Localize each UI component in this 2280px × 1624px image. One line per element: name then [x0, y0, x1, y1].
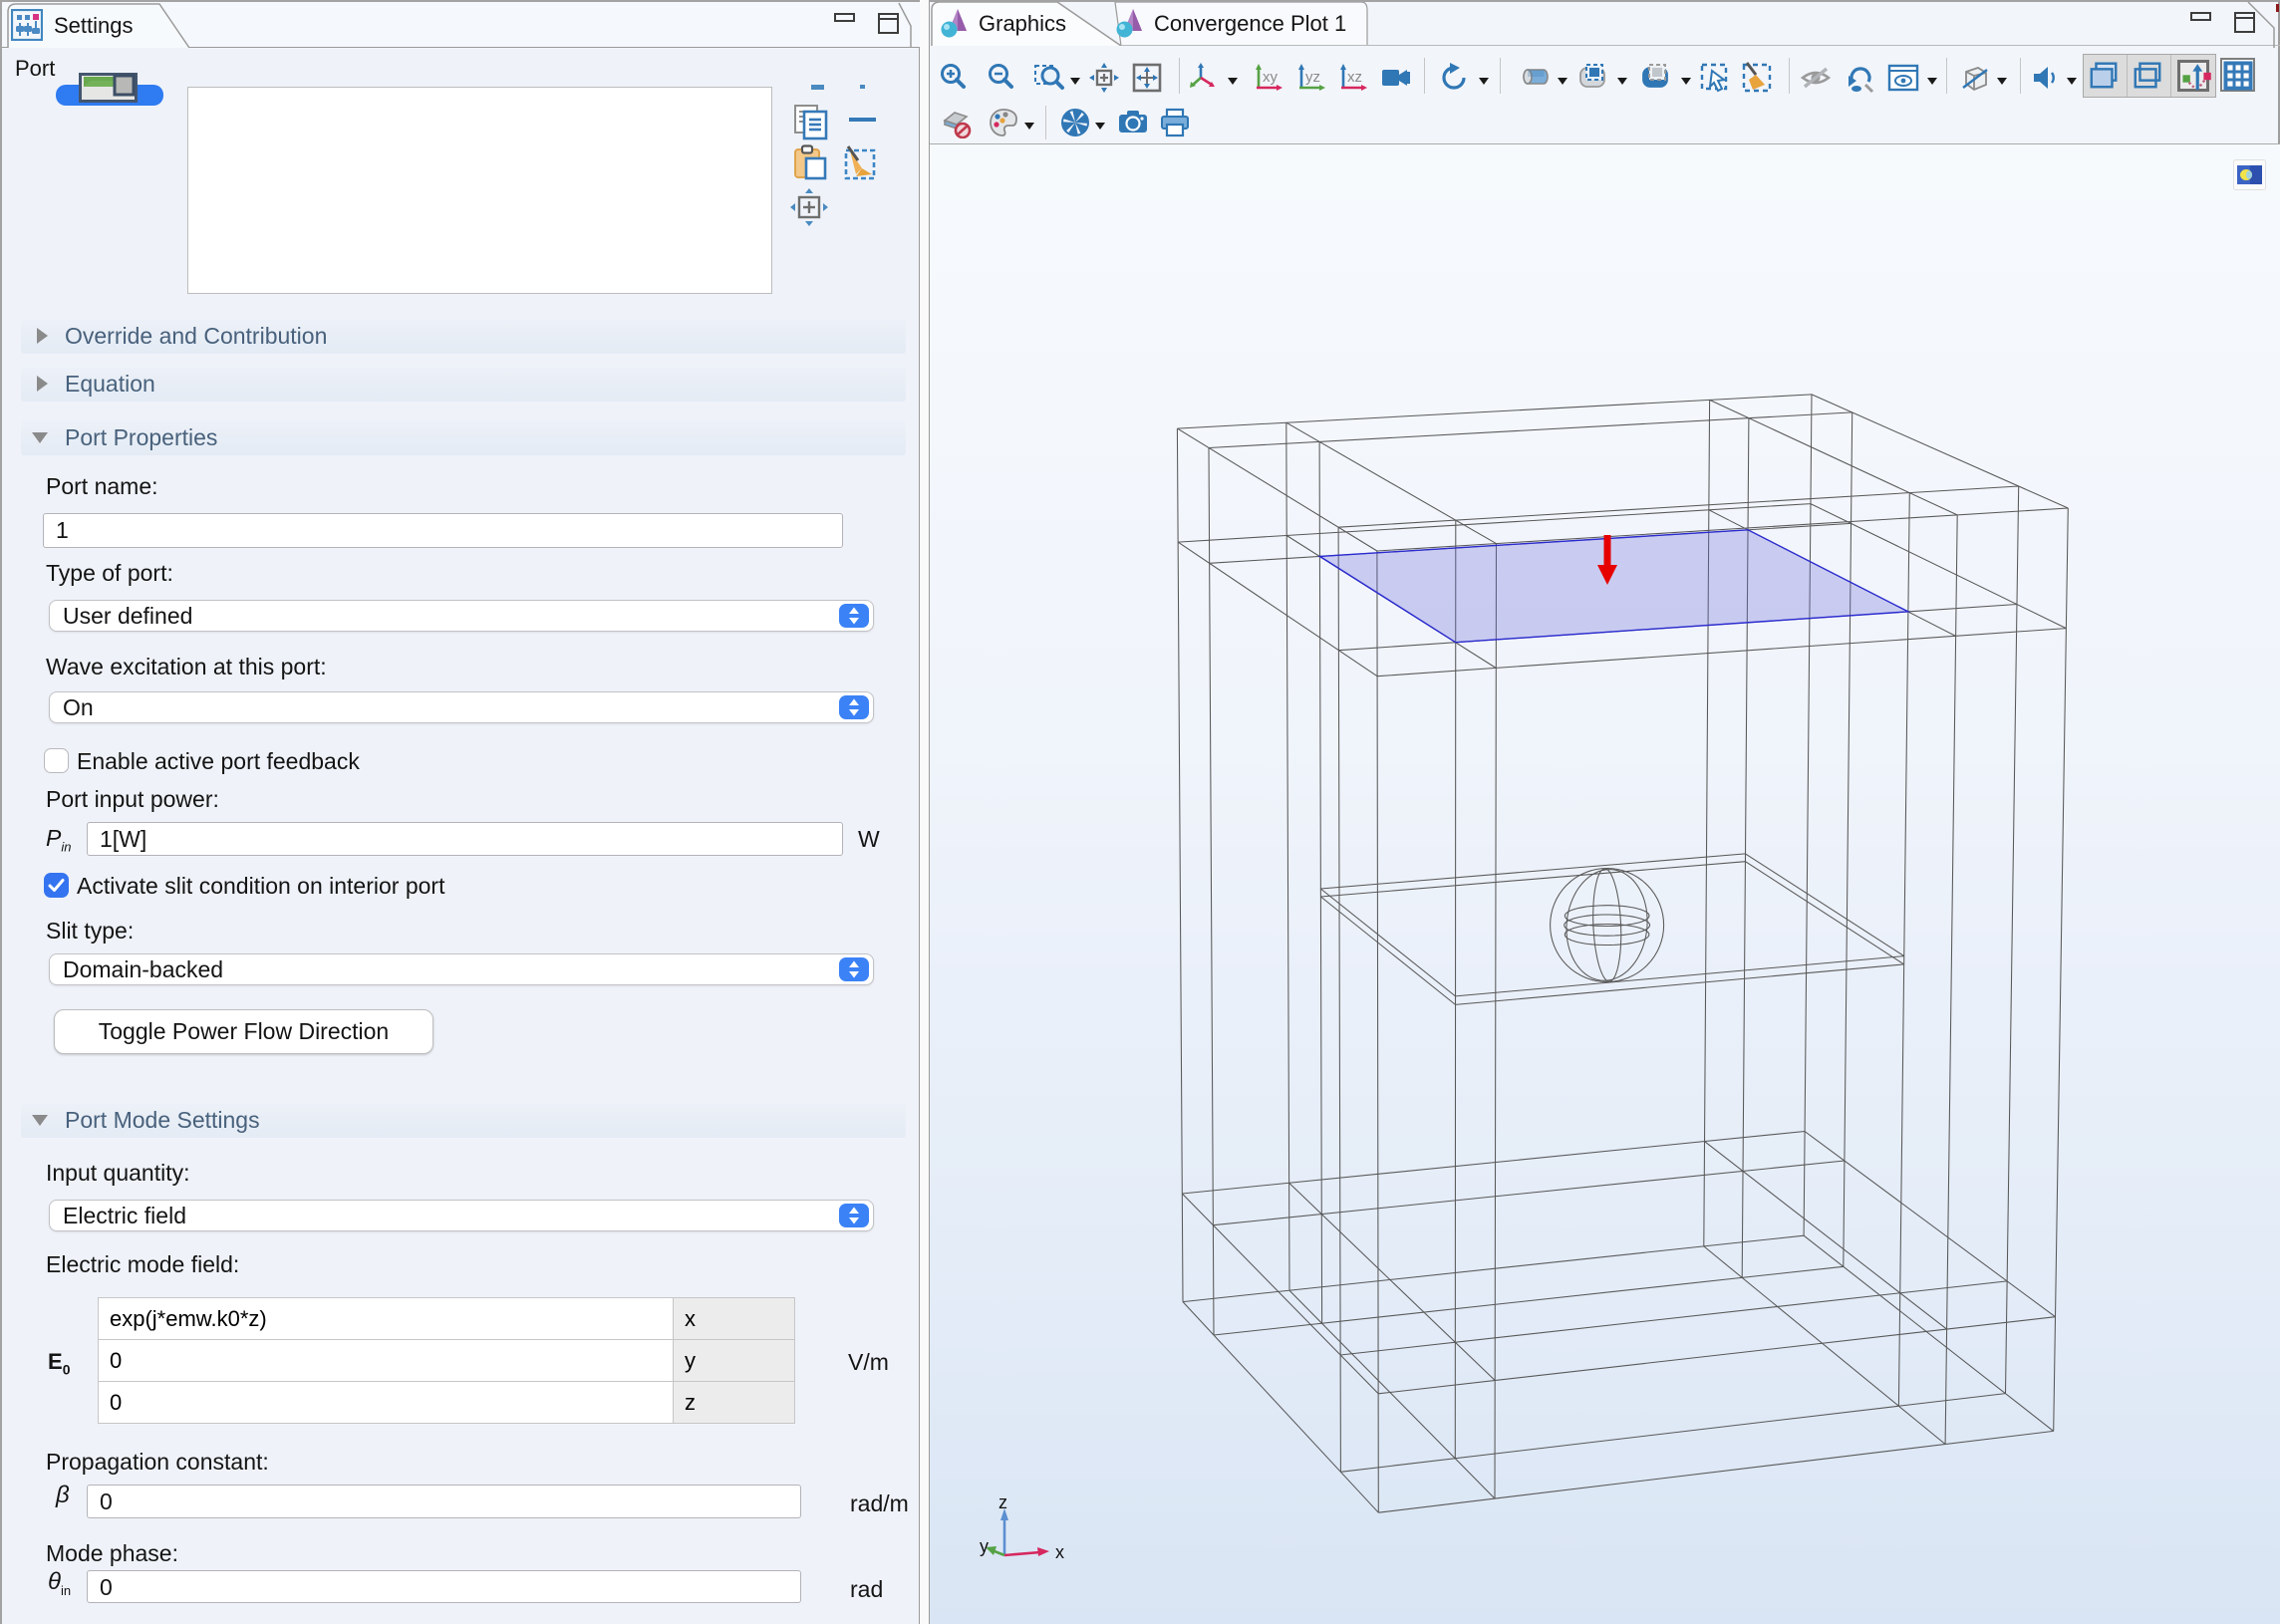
svg-text:yz: yz	[1305, 69, 1320, 86]
svg-text:y: y	[980, 1536, 989, 1556]
svg-text:z: z	[998, 1492, 1007, 1512]
svg-text:x: x	[1055, 1542, 1064, 1562]
svg-text:xy: xy	[1263, 69, 1279, 86]
svg-text:xz: xz	[1347, 69, 1362, 86]
